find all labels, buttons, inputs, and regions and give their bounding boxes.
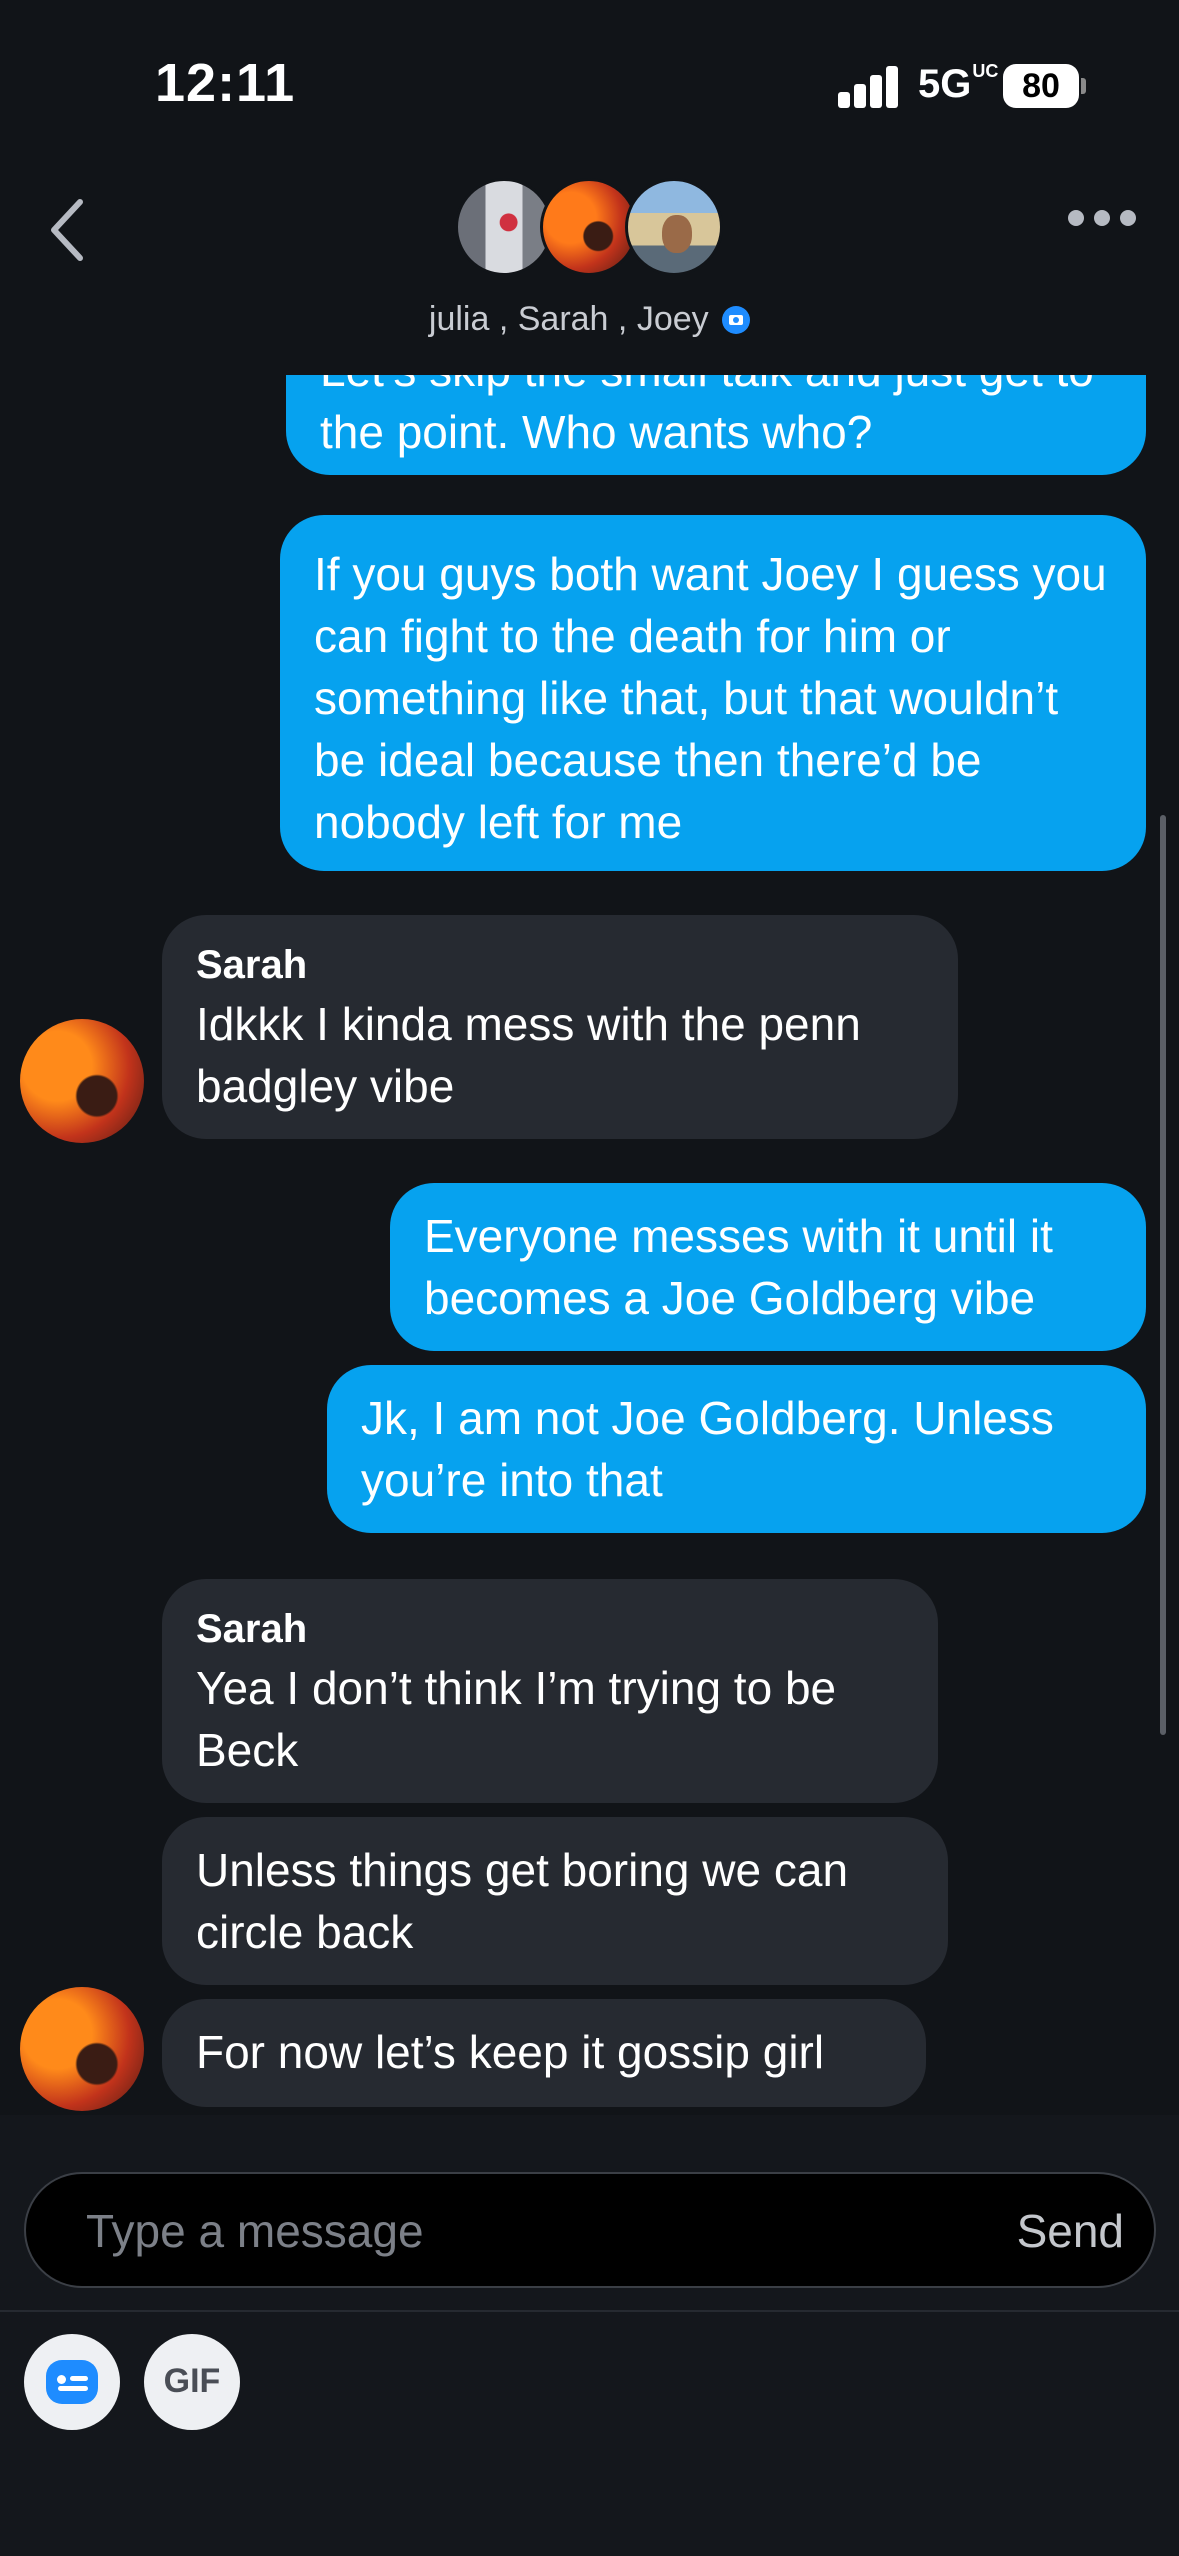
signal-strength-icon xyxy=(838,66,900,108)
gif-button[interactable]: GIF xyxy=(144,2334,240,2430)
message-bubble-outgoing[interactable]: If you guys both want Joey I guess you c… xyxy=(280,515,1146,871)
message-text: For now let’s keep it gossip girl xyxy=(196,2026,825,2078)
participant-separator: , xyxy=(608,300,637,338)
message-text: Jk, I am not Joe Goldberg. Unless you’re… xyxy=(361,1392,1054,1506)
gif-label: GIF xyxy=(163,2362,221,2400)
message-text: Everyone messes with it until it becomes… xyxy=(424,1210,1053,1324)
message-bubble-incoming[interactable]: For now let’s keep it gossip girl xyxy=(162,1999,926,2107)
avatar-sarah[interactable] xyxy=(20,1987,144,2111)
avatar-sarah xyxy=(540,178,638,276)
sender-name: Sarah xyxy=(196,1607,308,1651)
message-text: Idkkk I kinda mess with the penn badgley… xyxy=(196,998,861,1112)
message-bubble-outgoing[interactable]: Everyone messes with it until it becomes… xyxy=(390,1183,1146,1351)
chevron-left-icon xyxy=(51,199,83,261)
back-button[interactable] xyxy=(40,190,100,270)
send-button[interactable]: Send xyxy=(1017,2204,1124,2258)
group-avatars[interactable] xyxy=(455,178,725,278)
participants-list[interactable]: julia , Sarah , Joey xyxy=(0,300,1179,339)
participant-separator: , xyxy=(489,300,518,338)
status-bar: 12:11 5GUC 80 xyxy=(0,0,1179,150)
more-options-button[interactable] xyxy=(1068,198,1148,238)
message-bubble-outgoing[interactable]: Jk, I am not Joe Goldberg. Unless you’re… xyxy=(327,1365,1146,1533)
participant-name: Joey xyxy=(636,300,709,338)
participant-name: julia xyxy=(428,300,490,338)
avatar-julia xyxy=(455,178,553,276)
message-input[interactable]: Type a message Send xyxy=(24,2172,1156,2288)
avatar-joey xyxy=(625,178,723,276)
participant-name: Sarah xyxy=(517,300,609,338)
chat-header: julia , Sarah , Joey xyxy=(0,150,1179,375)
avatar-sarah[interactable] xyxy=(20,1019,144,1143)
message-list[interactable]: Let’s skip the small talk and just get t… xyxy=(0,375,1179,2115)
sender-name: Sarah xyxy=(196,943,308,987)
message-text: Yea I don’t think I’m trying to be Beck xyxy=(196,1662,837,1776)
message-text: Unless things get boring we can circle b… xyxy=(196,1844,849,1958)
message-bubble-incoming[interactable]: Sarah Idkkk I kinda mess with the penn b… xyxy=(162,915,958,1139)
divider xyxy=(0,2310,1179,2312)
message-bubble-incoming[interactable]: Unless things get boring we can circle b… xyxy=(162,1817,948,1985)
message-input-placeholder: Type a message xyxy=(86,2205,424,2257)
network-suffix: UC xyxy=(972,60,999,81)
sticker-icon xyxy=(46,2360,98,2404)
battery-icon: 80 xyxy=(1003,64,1079,108)
status-time: 12:11 xyxy=(155,53,296,113)
scrollbar[interactable] xyxy=(1160,815,1166,1735)
battery-tip xyxy=(1081,78,1086,94)
message-text: Let’s skip the small talk and just get t… xyxy=(320,375,1094,458)
message-text: If you guys both want Joey I guess you c… xyxy=(314,548,1107,848)
network-type: 5GUC xyxy=(918,60,999,106)
message-bubble-outgoing[interactable]: Let’s skip the small talk and just get t… xyxy=(286,375,1146,475)
message-bubble-incoming[interactable]: Sarah Yea I don’t think I’m trying to be… xyxy=(162,1579,938,1803)
sticker-button[interactable] xyxy=(24,2334,120,2430)
camera-badge-icon xyxy=(722,306,751,334)
